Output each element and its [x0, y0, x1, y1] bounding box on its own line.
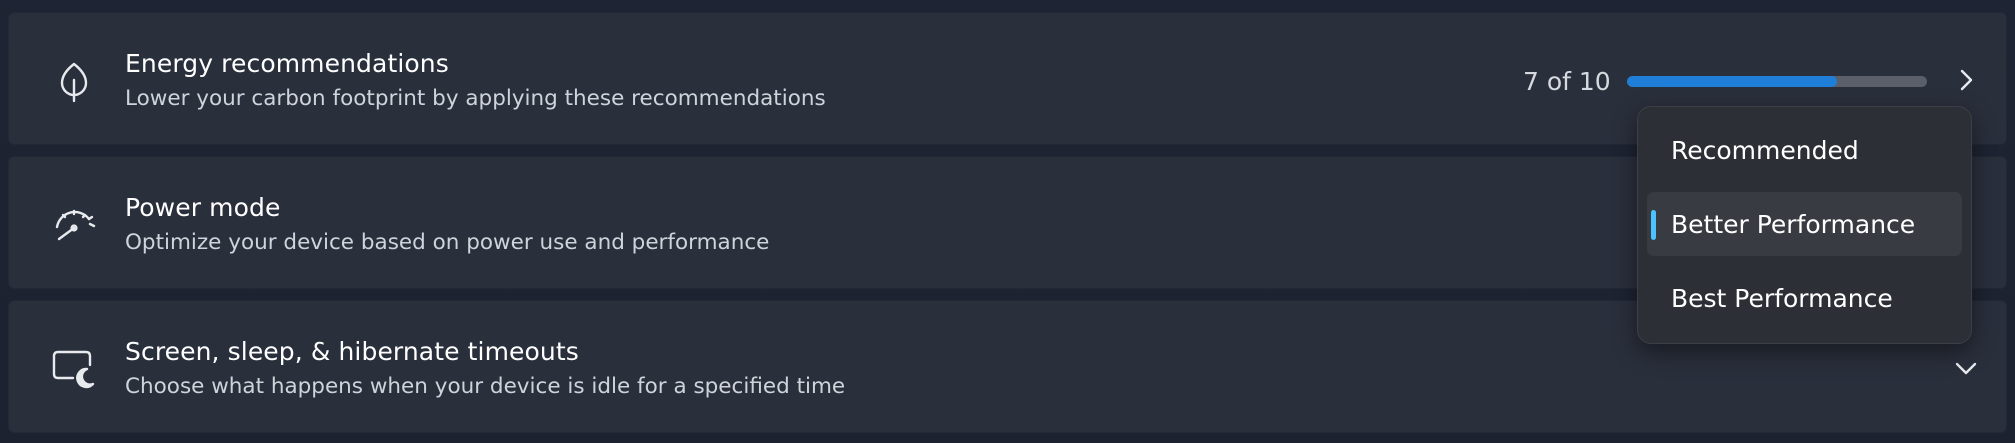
- power-mode-option-recommended[interactable]: Recommended: [1647, 118, 1962, 182]
- recommendations-progress-fill: [1627, 76, 1837, 87]
- screen-sleep-timeouts-title: Screen, sleep, & hibernate timeouts: [125, 337, 579, 366]
- gauge-icon: [49, 199, 99, 249]
- leaf-icon: [49, 55, 99, 105]
- power-mode-option-best-performance[interactable]: Best Performance: [1647, 266, 1962, 330]
- power-mode-title: Power mode: [125, 193, 281, 222]
- energy-recommendations-title: Energy recommendations: [125, 49, 449, 78]
- chevron-down-icon[interactable]: [1949, 351, 1983, 385]
- selected-indicator: [1651, 210, 1656, 240]
- power-mode-option-label: Best Performance: [1671, 284, 1893, 313]
- power-mode-dropdown[interactable]: Recommended Better Performance Best Perf…: [1637, 106, 1972, 344]
- recommendations-progress-bar: [1627, 76, 1927, 87]
- power-mode-option-better-performance[interactable]: Better Performance: [1647, 192, 1962, 256]
- power-mode-option-label: Better Performance: [1671, 210, 1916, 239]
- screen-sleep-icon: [49, 343, 99, 393]
- chevron-right-icon[interactable]: [1949, 63, 1983, 97]
- screen-sleep-timeouts-subtitle: Choose what happens when your device is …: [125, 374, 846, 399]
- power-mode-option-label: Recommended: [1671, 136, 1859, 165]
- energy-recommendations-subtitle: Lower your carbon footprint by applying …: [125, 86, 826, 111]
- power-mode-subtitle: Optimize your device based on power use …: [125, 230, 770, 255]
- recommendations-progress-text: 7 of 10: [1523, 67, 1611, 96]
